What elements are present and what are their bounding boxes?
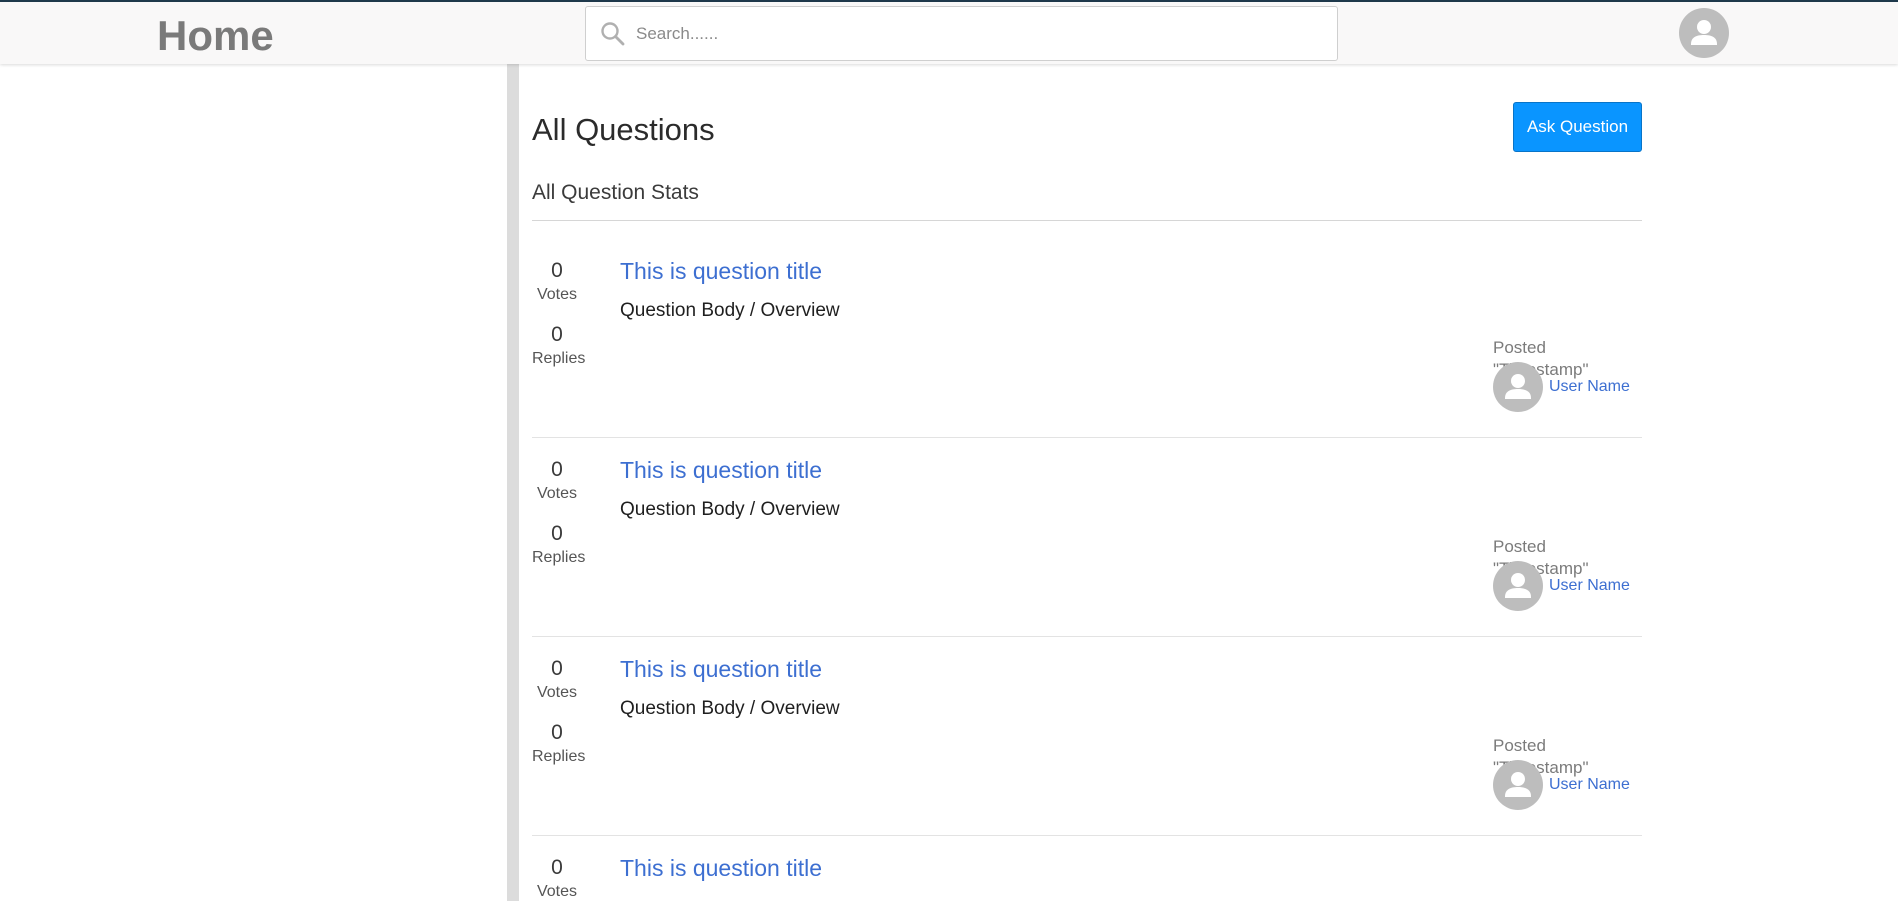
replies-count: 0 (551, 323, 563, 346)
replies-stat: 0 Replies (532, 322, 586, 370)
votes-label: Votes (536, 485, 578, 502)
user-name-link[interactable]: User Name (1549, 774, 1630, 796)
question-item: 0 Votes 0 Replies This is question title… (532, 636, 1642, 835)
votes-label: Votes (536, 286, 578, 303)
replies-label: Replies (532, 549, 586, 566)
votes-count: 0 (551, 458, 563, 481)
question-body: Question Body / Overview (620, 300, 840, 321)
question-body: Question Body / Overview (620, 698, 840, 719)
question-divider (532, 437, 1642, 438)
user-name-link[interactable]: User Name (1549, 575, 1630, 597)
search-icon (601, 22, 625, 46)
user-name-link[interactable]: User Name (1549, 376, 1630, 398)
votes-stat: 0 Votes (532, 855, 582, 901)
replies-label: Replies (532, 748, 586, 765)
votes-stat: 0 Votes (532, 656, 582, 704)
stats-heading: All Question Stats (532, 181, 699, 204)
question-title-link[interactable]: This is question title (620, 455, 822, 485)
replies-count: 0 (551, 721, 563, 744)
votes-label: Votes (536, 883, 578, 900)
votes-count: 0 (551, 856, 563, 879)
brand-home-link[interactable]: Home (157, 10, 274, 62)
question-item: 0 Votes 0 Replies This is question title… (532, 238, 1642, 437)
question-item: 0 Votes This is question title (532, 835, 1642, 901)
search-bar[interactable] (585, 6, 1338, 61)
question-title-link[interactable]: This is question title (620, 853, 822, 883)
replies-stat: 0 Replies (532, 720, 586, 768)
navbar: Home (0, 2, 1898, 64)
replies-count: 0 (551, 522, 563, 545)
question-item: 0 Votes 0 Replies This is question title… (532, 437, 1642, 636)
votes-stat: 0 Votes (532, 457, 582, 505)
votes-label: Votes (536, 684, 578, 701)
question-title-link[interactable]: This is question title (620, 654, 822, 684)
votes-count: 0 (551, 657, 563, 680)
user-avatar-icon[interactable] (1493, 760, 1543, 810)
search-input[interactable] (636, 7, 1326, 60)
page-title: All Questions (532, 112, 715, 147)
sidebar-divider (507, 64, 519, 901)
question-divider (532, 835, 1642, 836)
question-divider (532, 636, 1642, 637)
votes-count: 0 (551, 259, 563, 282)
user-avatar-icon[interactable] (1493, 362, 1543, 412)
replies-label: Replies (532, 350, 586, 367)
votes-stat: 0 Votes (532, 258, 582, 306)
replies-stat: 0 Replies (532, 521, 586, 569)
question-title-link[interactable]: This is question title (620, 256, 822, 286)
ask-question-button[interactable]: Ask Question (1513, 102, 1642, 152)
stats-divider (532, 220, 1642, 221)
profile-avatar-icon[interactable] (1679, 8, 1729, 58)
user-avatar-icon[interactable] (1493, 561, 1543, 611)
question-body: Question Body / Overview (620, 499, 840, 520)
